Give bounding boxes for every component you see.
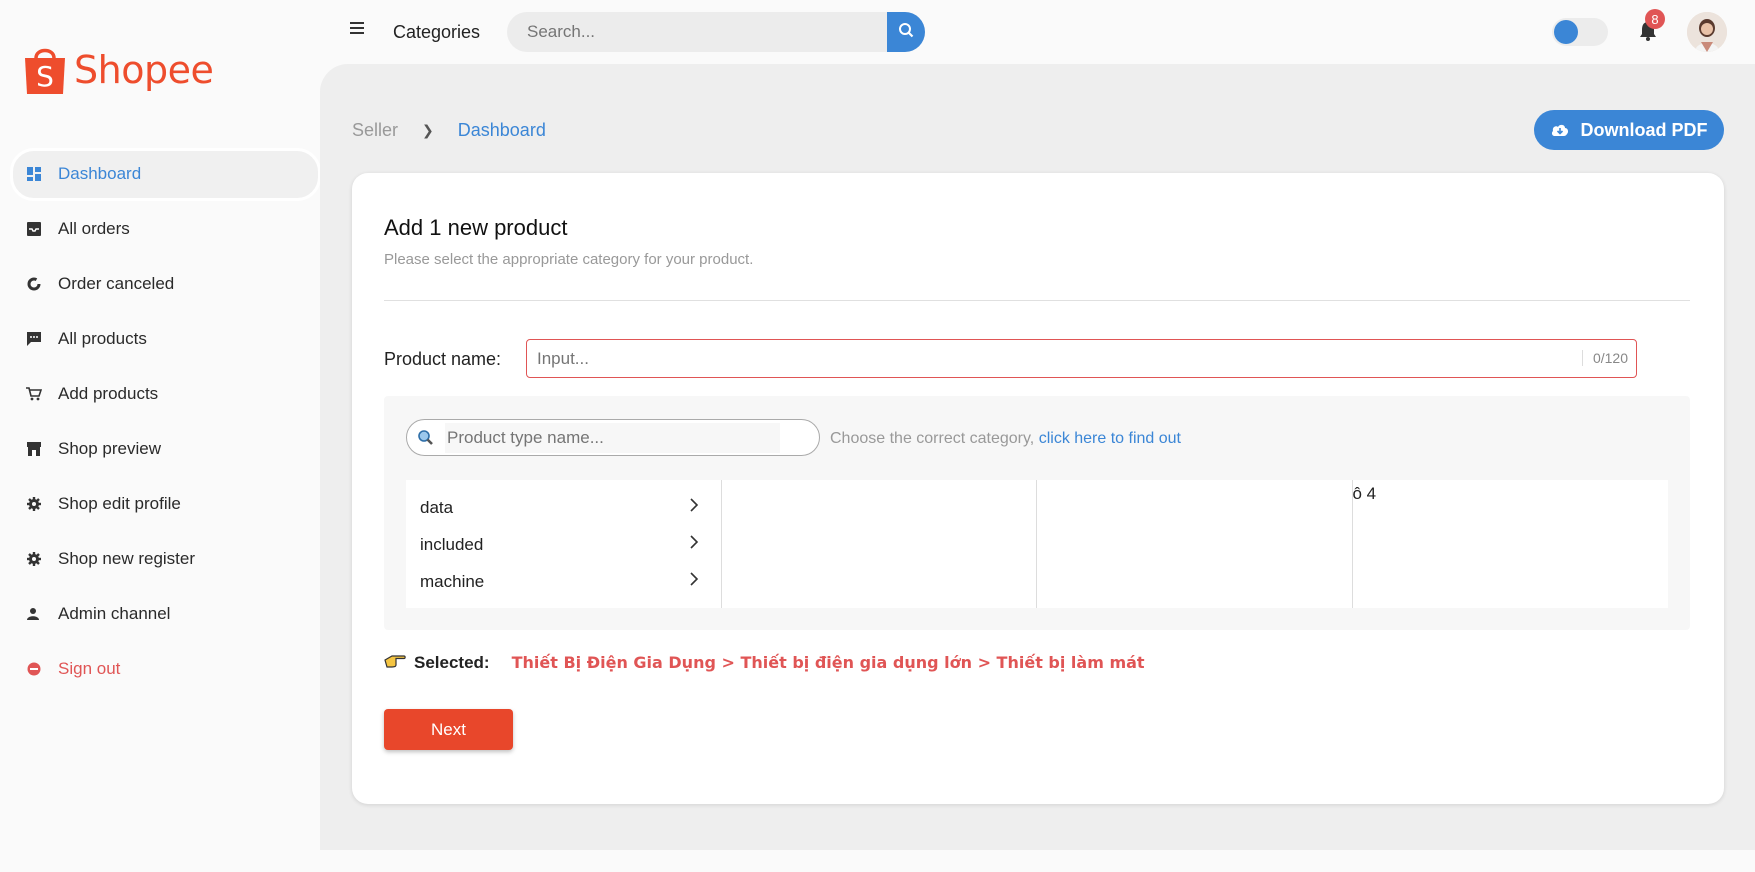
category-label: included: [420, 534, 484, 554]
page-subtitle: Please select the appropriate category f…: [384, 251, 754, 268]
categories-link[interactable]: Categories: [393, 22, 480, 43]
sidebar-item-label: Add products: [58, 383, 159, 403]
svg-text:S: S: [36, 60, 54, 93]
shopee-bag-icon: S: [22, 44, 68, 96]
column-4-text: ô 4: [1352, 484, 1377, 503]
download-pdf-label: Download PDF: [1580, 119, 1708, 140]
cart-icon: [26, 386, 42, 402]
breadcrumb-seller[interactable]: Seller: [352, 120, 398, 141]
category-item-data[interactable]: data: [406, 489, 721, 526]
breadcrumb-current[interactable]: Dashboard: [458, 120, 546, 141]
sidebar-item-add-products[interactable]: Add products: [0, 366, 320, 421]
product-name-input[interactable]: [527, 340, 1577, 377]
sidebar: S Shopee Dashboard All orders Order canc…: [0, 0, 321, 872]
category-label: data: [420, 497, 454, 517]
search-icon: [898, 22, 914, 43]
category-column-3: [1037, 480, 1353, 608]
category-hint: Choose the correct category, click here …: [830, 430, 1181, 448]
sidebar-item-label: Shop new register: [58, 548, 196, 568]
dashboard-icon: [26, 166, 42, 182]
sidebar-item-label: Shop edit profile: [58, 493, 181, 513]
notification-badge: 8: [1645, 9, 1665, 29]
category-label: machine: [420, 571, 485, 591]
product-type-input[interactable]: [445, 423, 780, 453]
product-name-field-wrap: 0/120: [526, 339, 1637, 378]
top-header: Categories 8: [320, 0, 1755, 64]
breadcrumb: Seller ❯ Dashboard: [352, 120, 546, 141]
next-button[interactable]: Next: [384, 709, 513, 750]
category-column-4: ô 4: [1353, 480, 1669, 608]
find-out-link[interactable]: click here to find out: [1039, 430, 1181, 447]
store-icon: [26, 441, 42, 457]
sidebar-item-label: Sign out: [58, 658, 121, 678]
gear-icon: [26, 496, 42, 512]
sidebar-item-order-canceled[interactable]: Order canceled: [0, 256, 320, 311]
page-title: Add 1 new product: [384, 215, 568, 240]
user-icon: [26, 606, 42, 622]
inbox-icon: [26, 221, 42, 237]
sidebar-item-admin-channel[interactable]: Admin channel: [0, 586, 320, 641]
selected-path: Thiết Bị Điện Gia Dụng > Thiết bị điện g…: [511, 653, 1145, 672]
divider: [384, 300, 1690, 301]
selected-label: Selected:: [414, 652, 490, 672]
main-content: Seller ❯ Dashboard Download PDF Add 1 ne…: [320, 64, 1755, 850]
gear-icon: [26, 551, 42, 567]
sidebar-item-sign-out[interactable]: Sign out: [0, 641, 320, 696]
selected-category: Selected: Thiết Bị Điện Gia Dụng > Thiết…: [384, 652, 1145, 673]
category-panel: Choose the correct category, click here …: [384, 396, 1690, 630]
minus-circle-icon: [26, 661, 42, 677]
product-name-label: Product name:: [384, 349, 502, 369]
sidebar-item-label: All orders: [58, 218, 130, 238]
category-column-1: data included machine: [406, 480, 722, 608]
char-counter: 0/120: [1581, 350, 1628, 366]
chevron-right-icon: [689, 497, 699, 518]
sidebar-item-label: Shop preview: [58, 438, 162, 458]
sidebar-item-label: Order canceled: [58, 273, 175, 293]
sidebar-item-shop-edit-profile[interactable]: Shop edit profile: [0, 476, 320, 531]
hint-text: Choose the correct category,: [830, 430, 1039, 447]
magnifier-icon: [417, 429, 435, 452]
chevron-right-icon: [689, 571, 699, 592]
sidebar-item-label: Dashboard: [58, 163, 142, 183]
sidebar-item-all-orders[interactable]: All orders: [0, 201, 320, 256]
search-bar: [507, 12, 925, 52]
sidebar-item-dashboard[interactable]: Dashboard: [0, 146, 321, 201]
donut-icon: [26, 276, 42, 292]
theme-toggle[interactable]: [1552, 18, 1608, 46]
cloud-download-icon: [1551, 123, 1569, 137]
chevron-right-icon: ❯: [422, 122, 434, 138]
sidebar-nav: Dashboard All orders Order canceled All …: [0, 146, 321, 696]
sidebar-item-label: Admin channel: [58, 603, 171, 623]
sidebar-item-all-products[interactable]: All products: [0, 311, 320, 366]
search-button[interactable]: [887, 12, 925, 52]
product-type-search: [406, 419, 820, 456]
shopee-logo[interactable]: S Shopee: [22, 44, 214, 96]
brand-name: Shopee: [74, 48, 214, 92]
pointing-hand-icon: [384, 652, 406, 673]
search-input[interactable]: [507, 12, 887, 52]
hamburger-menu-icon[interactable]: [350, 22, 364, 34]
category-columns: data included machine ô 4: [406, 480, 1668, 608]
download-pdf-button[interactable]: Download PDF: [1534, 110, 1724, 150]
chevron-right-icon: [689, 534, 699, 555]
add-product-card: Add 1 new product Please select the appr…: [352, 173, 1724, 804]
user-avatar[interactable]: [1687, 12, 1727, 52]
sidebar-item-label: All products: [58, 328, 147, 348]
chat-icon: [26, 331, 42, 347]
sidebar-item-shop-new-register[interactable]: Shop new register: [0, 531, 320, 586]
category-item-included[interactable]: included: [406, 526, 721, 563]
category-item-machine[interactable]: machine: [406, 563, 721, 600]
category-column-2: [722, 480, 1037, 608]
toggle-knob: [1554, 20, 1578, 44]
sidebar-item-shop-preview[interactable]: Shop preview: [0, 421, 320, 476]
